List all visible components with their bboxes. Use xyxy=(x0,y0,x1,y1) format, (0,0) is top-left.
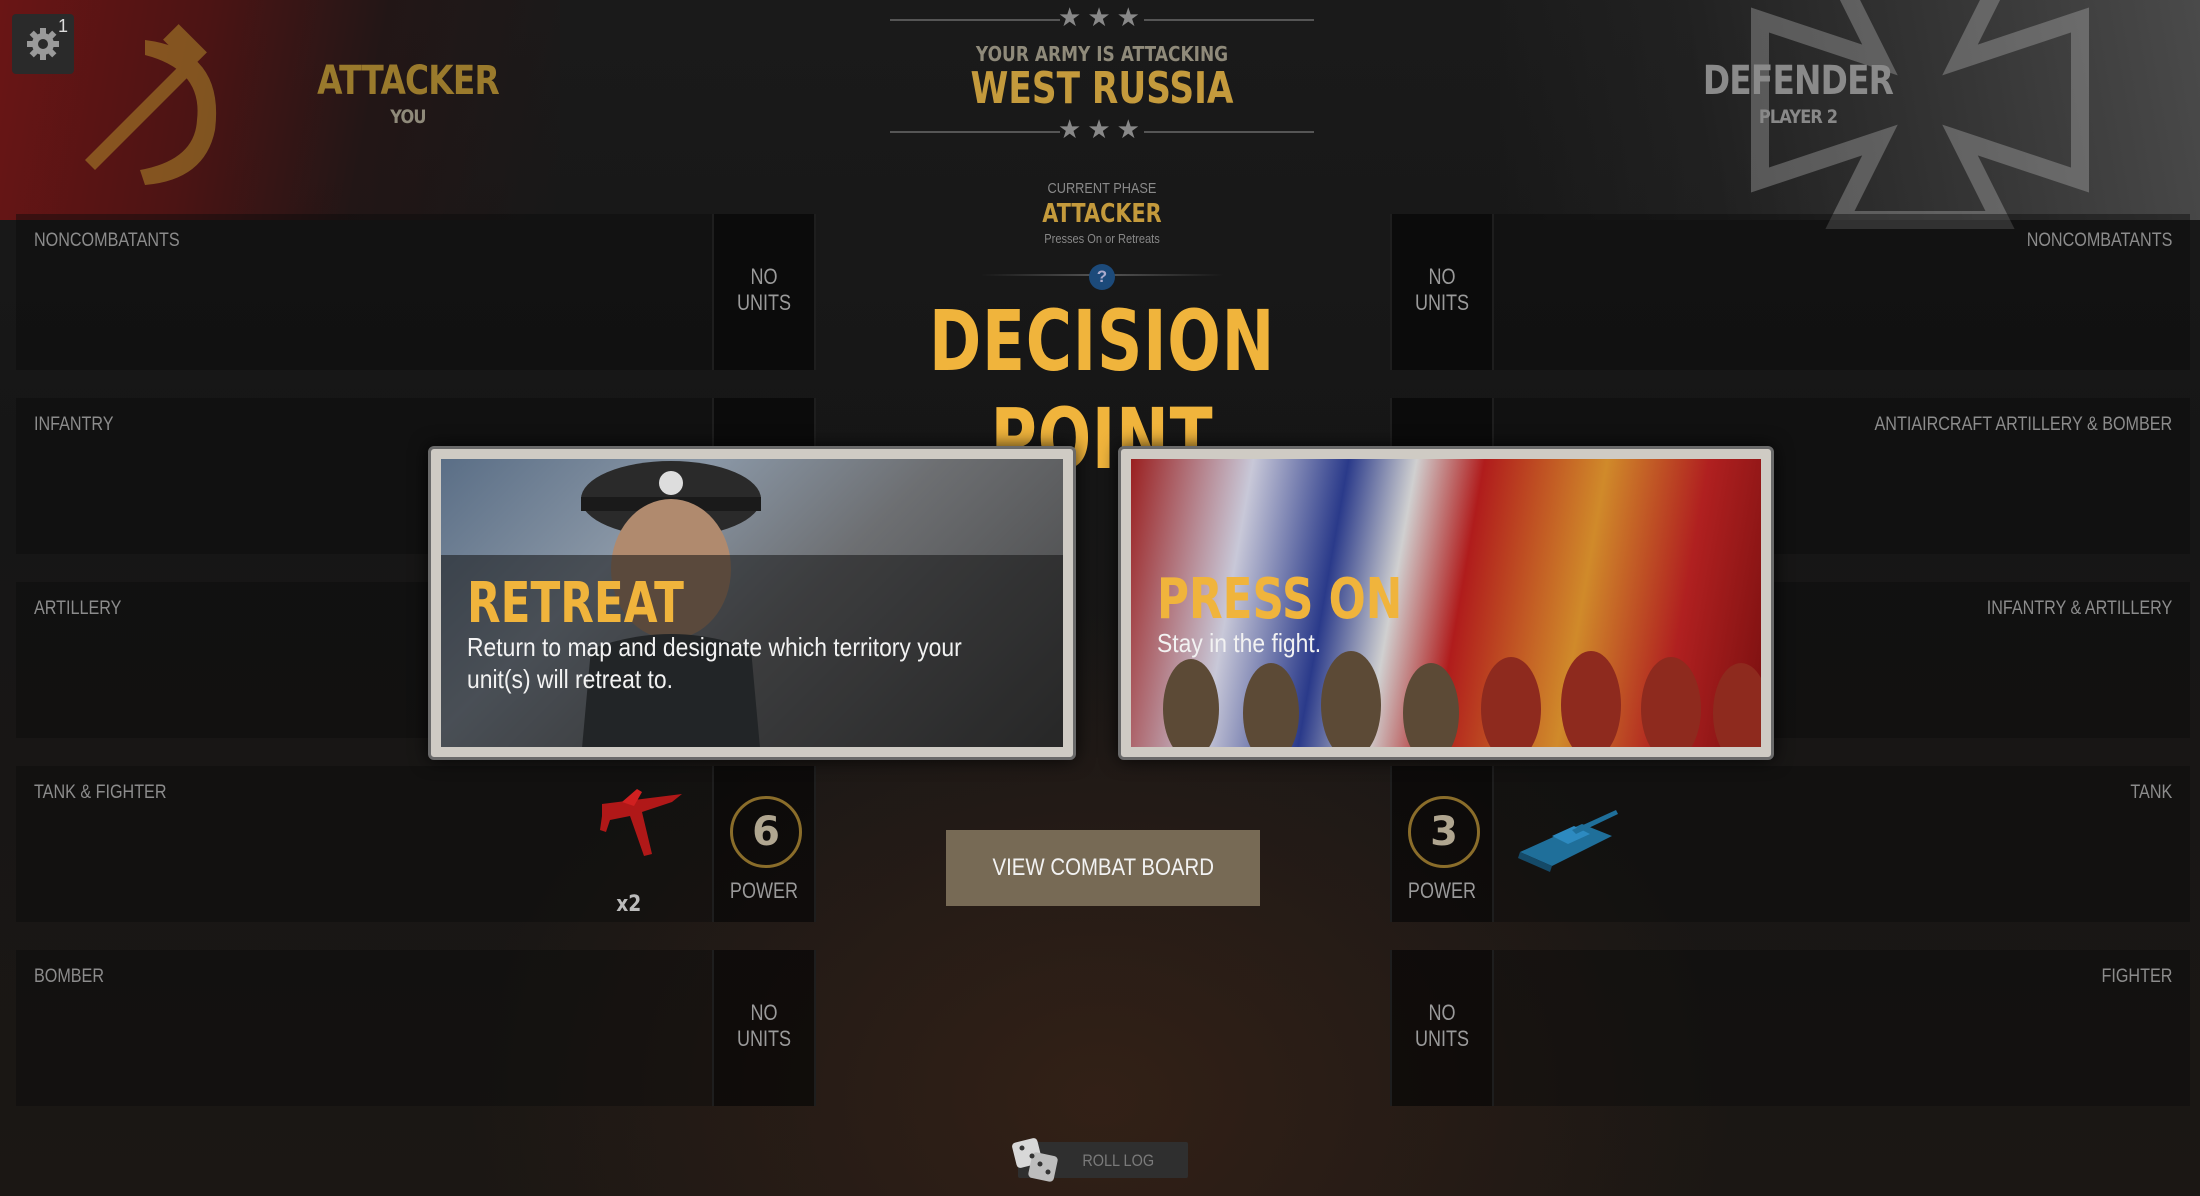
current-phase: CURRENT PHASE ATTACKER Presses On or Ret… xyxy=(980,180,1224,246)
help-icon[interactable]: ? xyxy=(1089,264,1115,290)
notification-badge: 1 xyxy=(57,16,68,36)
view-combat-board-button[interactable]: VIEW COMBAT BOARD xyxy=(946,830,1260,906)
unit-count: x2 xyxy=(616,892,642,917)
defender-row-noncombatants: NONCOMBATANTS NO UNITS xyxy=(1390,214,2190,370)
no-units-text: NO UNITS xyxy=(736,264,792,315)
attacker-row-tank-fighter: TANK & FIGHTER x2 6 POWER xyxy=(16,766,816,922)
power-cell: NO UNITS xyxy=(1390,950,1494,1106)
attacker-row-noncombatants: NONCOMBATANTS NO UNITS xyxy=(16,214,816,370)
row-label: INFANTRY xyxy=(34,414,114,435)
tank-icon[interactable] xyxy=(1512,806,1622,876)
power-value: 6 xyxy=(730,796,802,868)
power-cell: 3 POWER xyxy=(1390,766,1494,922)
row-label: ARTILLERY xyxy=(34,598,122,619)
press-on-title: PRESS ON xyxy=(1157,567,1403,632)
attacker-title: ATTACKER xyxy=(317,58,500,104)
power-label: POWER xyxy=(729,878,799,903)
press-on-artwork: PRESS ON Stay in the fight. xyxy=(1131,459,1761,747)
power-cell: 6 POWER xyxy=(712,766,816,922)
stars-icon: ★★★ xyxy=(1058,114,1146,144)
star-divider-top: ★★★ xyxy=(880,0,1324,40)
no-units-text: NO UNITS xyxy=(1414,1000,1470,1051)
retreat-description: Return to map and designate which territ… xyxy=(467,632,962,694)
defender-header: DEFENDER PLAYER 2 xyxy=(1648,58,1948,128)
battle-header: ★★★ YOUR ARMY IS ATTACKING WEST RUSSIA ★… xyxy=(880,0,1324,144)
no-units-text: NO UNITS xyxy=(736,1000,792,1051)
dice-icon xyxy=(1012,1138,1058,1182)
retreat-title: RETREAT xyxy=(467,571,684,636)
retreat-card[interactable]: RETREAT Return to map and designate whic… xyxy=(428,446,1076,760)
power-label: POWER xyxy=(1407,878,1477,903)
row-label: TANK xyxy=(2130,782,2172,803)
no-units-text: NO UNITS xyxy=(1414,264,1470,315)
power-value: 3 xyxy=(1408,796,1480,868)
row-label: NONCOMBATANTS xyxy=(2026,230,2172,251)
attacker-subtitle: YOU xyxy=(390,106,426,128)
press-on-card[interactable]: PRESS ON Stay in the fight. xyxy=(1118,446,1774,760)
power-cell: NO UNITS xyxy=(1390,214,1494,370)
defender-row-fighter: FIGHTER NO UNITS xyxy=(1390,950,2190,1106)
row-label: BOMBER xyxy=(34,966,105,987)
defender-row-tank: TANK 3 POWER xyxy=(1390,766,2190,922)
gear-icon xyxy=(27,28,59,60)
phase-value: ATTACKER xyxy=(1042,199,1162,229)
row-label: TANK & FIGHTER xyxy=(34,782,167,803)
phase-label: CURRENT PHASE xyxy=(1047,180,1157,197)
retreat-artwork: RETREAT Return to map and designate whic… xyxy=(441,459,1063,747)
attacker-row-bomber: BOMBER NO UNITS xyxy=(16,950,816,1106)
star-divider-bottom: ★★★ xyxy=(880,112,1324,152)
defender-title: DEFENDER xyxy=(1702,58,1894,104)
row-label: INFANTRY & ARTILLERY xyxy=(1986,598,2172,619)
defender-subtitle: PLAYER 2 xyxy=(1758,106,1838,128)
territory-name: WEST RUSSIA xyxy=(970,63,1234,114)
row-label: ANTIAIRCRAFT ARTILLERY & BOMBER xyxy=(1874,414,2172,435)
row-label: NONCOMBATANTS xyxy=(34,230,180,251)
roll-log-button[interactable]: ROLL LOG xyxy=(1012,1138,1188,1182)
fighter-plane-icon[interactable] xyxy=(592,784,692,864)
attacker-header: ATTACKER YOU xyxy=(258,58,558,128)
roll-log-label: ROLL LOG xyxy=(1082,1151,1155,1170)
power-cell: NO UNITS xyxy=(712,950,816,1106)
power-cell: NO UNITS xyxy=(712,214,816,370)
stars-icon: ★★★ xyxy=(1058,2,1146,32)
press-on-description: Stay in the fight. xyxy=(1157,628,1322,658)
settings-button[interactable]: 1 xyxy=(12,14,74,74)
phase-subtitle: Presses On or Retreats xyxy=(1044,231,1160,246)
row-label: FIGHTER xyxy=(2101,966,2172,987)
